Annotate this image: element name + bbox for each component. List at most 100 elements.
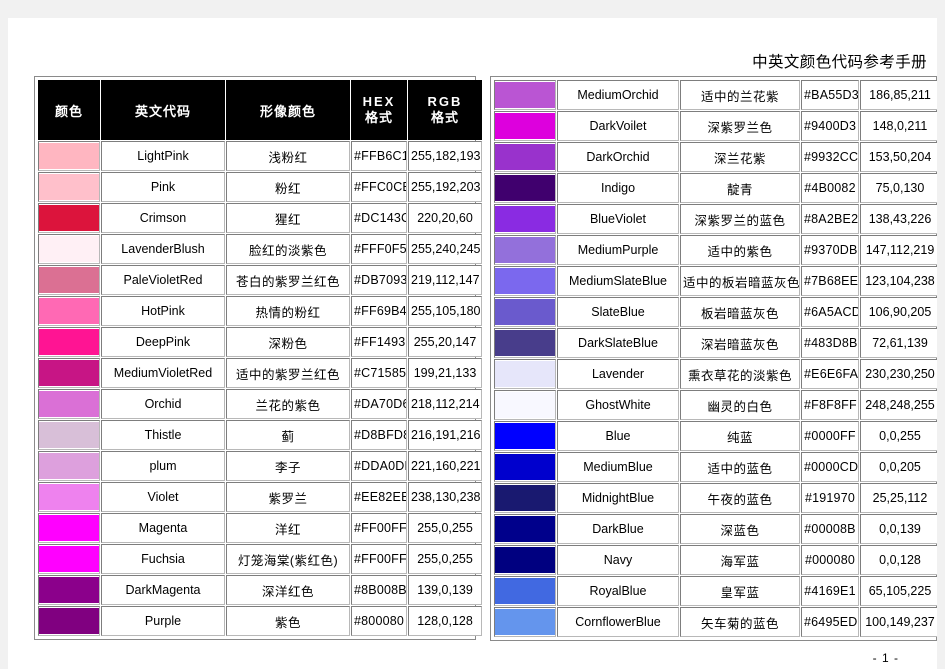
color-swatch <box>495 113 555 139</box>
color-swatch-cell <box>494 607 556 637</box>
color-hex-value: #DDA0DD <box>351 451 407 481</box>
color-english-name: Navy <box>557 545 679 575</box>
color-swatch <box>495 206 555 232</box>
color-swatch-cell <box>38 544 100 574</box>
color-english-name: MediumBlue <box>557 452 679 482</box>
color-rgb-value: 123,104,238 <box>860 266 937 296</box>
color-rgb-value: 100,149,237 <box>860 607 937 637</box>
color-rgb-value: 106,90,205 <box>860 297 937 327</box>
color-swatch <box>495 392 555 418</box>
color-hex-value: #FF00FF <box>351 513 407 543</box>
color-table-left-grid: 颜色 英文代码 形像颜色 HEX 格式 RGB 格式 LightPink 浅粉红… <box>37 79 483 637</box>
color-rgb-value: 219,112,147 <box>408 265 482 295</box>
color-english-name: MediumVioletRed <box>101 358 225 388</box>
header-hex-line2: 格式 <box>364 110 393 125</box>
color-hex-value: #D8BFD8 <box>351 420 407 450</box>
color-chinese-name: 紫罗兰 <box>226 482 350 512</box>
color-english-name: DarkMagenta <box>101 575 225 605</box>
color-english-name: Fuchsia <box>101 544 225 574</box>
color-swatch-cell <box>494 483 556 513</box>
color-hex-value: #00008B <box>801 514 859 544</box>
color-rows-right: MediumOrchid 适中的兰花紫 #BA55D3 186,85,211 DarkV… <box>494 80 937 637</box>
color-swatch <box>39 236 99 262</box>
table-row: DeepPink 深粉色 #FF1493 255,20,147 <box>38 327 482 357</box>
color-swatch-cell <box>494 421 556 451</box>
header-rgb-line2: 格式 <box>430 110 459 125</box>
color-rgb-value: 255,0,255 <box>408 544 482 574</box>
color-english-name: MediumOrchid <box>557 80 679 110</box>
color-swatch-cell <box>38 451 100 481</box>
color-swatch <box>495 330 555 356</box>
color-rgb-value: 128,0,128 <box>408 606 482 636</box>
color-english-name: MidnightBlue <box>557 483 679 513</box>
color-swatch <box>39 577 99 603</box>
color-english-name: Pink <box>101 172 225 202</box>
color-english-name: RoyalBlue <box>557 576 679 606</box>
color-english-name: LightPink <box>101 141 225 171</box>
color-rgb-value: 199,21,133 <box>408 358 482 388</box>
color-hex-value: #E6E6FA <box>801 359 859 389</box>
color-swatch-cell <box>494 576 556 606</box>
table-row: MediumPurple 适中的紫色 #9370DB 147,112,219 <box>494 235 937 265</box>
table-row: DarkMagenta 深洋红色 #8B008B 139,0,139 <box>38 575 482 605</box>
color-hex-value: #8A2BE2 <box>801 204 859 234</box>
color-rgb-value: 75,0,130 <box>860 173 937 203</box>
header-color: 颜色 <box>38 80 100 140</box>
color-rgb-value: 221,160,221 <box>408 451 482 481</box>
color-hex-value: #FF69B4 <box>351 296 407 326</box>
color-swatch-cell <box>494 359 556 389</box>
color-chinese-name: 熏衣草花的淡紫色 <box>680 359 800 389</box>
color-rgb-value: 186,85,211 <box>860 80 937 110</box>
color-chinese-name: 深粉色 <box>226 327 350 357</box>
color-swatch <box>39 267 99 293</box>
color-rgb-value: 220,20,60 <box>408 203 482 233</box>
color-rgb-value: 0,0,255 <box>860 421 937 451</box>
table-row: GhostWhite 幽灵的白色 #F8F8FF 248,248,255 <box>494 390 937 420</box>
color-swatch <box>495 485 555 511</box>
page-number: - 1 - <box>872 651 899 665</box>
color-swatch-cell <box>38 327 100 357</box>
color-rgb-value: 0,0,139 <box>860 514 937 544</box>
header-english-code: 英文代码 <box>101 80 225 140</box>
color-chinese-name: 灯笼海棠(紫红色) <box>226 544 350 574</box>
color-swatch <box>495 268 555 294</box>
color-hex-value: #483D8B <box>801 328 859 358</box>
color-swatch-cell <box>38 482 100 512</box>
color-swatch-cell <box>494 545 556 575</box>
color-english-name: DarkVoilet <box>557 111 679 141</box>
color-swatch <box>495 144 555 170</box>
color-swatch <box>39 515 99 541</box>
table-row: Fuchsia 灯笼海棠(紫红色) #FF00FF 255,0,255 <box>38 544 482 574</box>
color-english-name: DarkOrchid <box>557 142 679 172</box>
header-rgb-line1: RGB <box>427 93 463 109</box>
color-hex-value: #9932CC <box>801 142 859 172</box>
color-rgb-value: 216,191,216 <box>408 420 482 450</box>
color-english-name: Thistle <box>101 420 225 450</box>
color-swatch-cell <box>38 575 100 605</box>
table-row: MediumOrchid 适中的兰花紫 #BA55D3 186,85,211 <box>494 80 937 110</box>
color-swatch-cell <box>38 203 100 233</box>
color-swatch <box>39 298 99 324</box>
color-chinese-name: 适中的兰花紫 <box>680 80 800 110</box>
color-hex-value: #FF00FF <box>351 544 407 574</box>
color-english-name: Magenta <box>101 513 225 543</box>
color-rgb-value: 153,50,204 <box>860 142 937 172</box>
color-hex-value: #F8F8FF <box>801 390 859 420</box>
color-swatch <box>495 578 555 604</box>
color-rgb-value: 65,105,225 <box>860 576 937 606</box>
color-rgb-value: 255,20,147 <box>408 327 482 357</box>
color-hex-value: #4169E1 <box>801 576 859 606</box>
color-english-name: BlueViolet <box>557 204 679 234</box>
color-swatch <box>495 423 555 449</box>
color-chinese-name: 靛青 <box>680 173 800 203</box>
table-row: Purple 紫色 #800080 128,0,128 <box>38 606 482 636</box>
color-hex-value: #9400D3 <box>801 111 859 141</box>
color-rgb-value: 147,112,219 <box>860 235 937 265</box>
color-swatch <box>39 174 99 200</box>
color-rgb-value: 255,105,180 <box>408 296 482 326</box>
color-hex-value: #4B0082 <box>801 173 859 203</box>
color-rgb-value: 72,61,139 <box>860 328 937 358</box>
table-row: DarkBlue 深蓝色 #00008B 0,0,139 <box>494 514 937 544</box>
color-swatch-cell <box>494 266 556 296</box>
table-row: MidnightBlue 午夜的蓝色 #191970 25,25,112 <box>494 483 937 513</box>
